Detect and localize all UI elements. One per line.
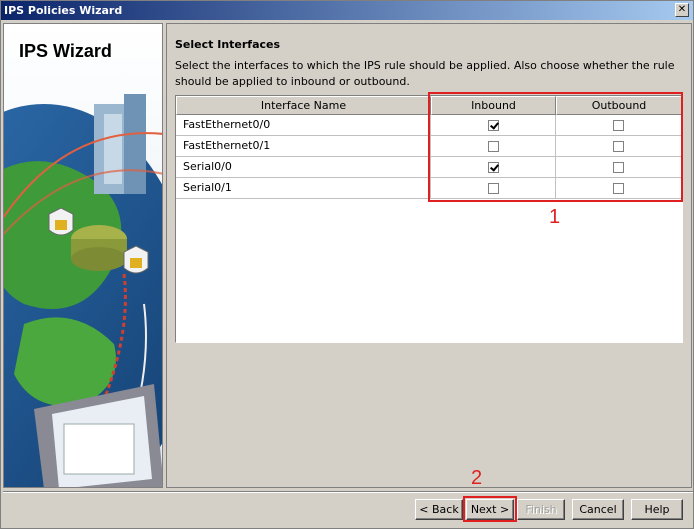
interface-name-cell: FastEthernet0/1 [176, 136, 431, 157]
annotation-highlight-checkboxes [428, 92, 683, 202]
column-header-interface-name[interactable]: Interface Name [176, 96, 431, 115]
section-description: Select the interfaces to which the IPS r… [175, 59, 675, 88]
wizard-title: IPS Wizard [19, 41, 112, 61]
close-icon[interactable]: ✕ [675, 3, 689, 17]
back-button[interactable]: < Back [415, 499, 463, 520]
title-bar: IPS Policies Wizard ✕ [1, 1, 693, 20]
network-illustration [4, 24, 162, 487]
annotation-number-2: 2 [471, 467, 483, 489]
wizard-window: IPS Policies Wizard ✕ IPS Wizard Select … [0, 0, 694, 529]
annotation-number-1: 1 [549, 206, 561, 228]
interface-name-cell: Serial0/1 [176, 178, 431, 199]
button-bar-divider [3, 491, 693, 493]
help-button[interactable]: Help [631, 499, 683, 520]
annotation-highlight-next [463, 496, 517, 522]
window-title: IPS Policies Wizard [4, 4, 123, 17]
wizard-sidebar-image: IPS Wizard [3, 23, 163, 488]
interface-name-cell: FastEthernet0/0 [176, 115, 431, 136]
interface-name-cell: Serial0/0 [176, 157, 431, 178]
cancel-button[interactable]: Cancel [572, 499, 624, 520]
finish-button: Finish [517, 499, 565, 520]
section-title: Select Interfaces [175, 38, 281, 51]
